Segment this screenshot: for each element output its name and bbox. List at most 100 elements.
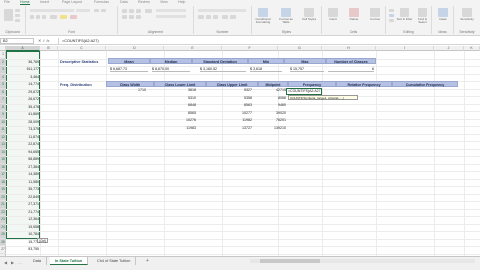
cell-midpoint[interactable]: 8066: [258, 95, 286, 103]
font-family-select[interactable]: [30, 9, 74, 12]
value-min[interactable]: $ 3,618: [250, 66, 282, 72]
find-select-label[interactable]: Find & Select: [414, 17, 431, 25]
cell-class-upper-limit[interactable]: 5327: [206, 87, 252, 95]
percent-icon[interactable]: [206, 15, 211, 19]
column-header-c[interactable]: C: [58, 46, 106, 51]
conditional-formatting-icon[interactable]: [258, 8, 268, 17]
cell-class-lower-limit[interactable]: 10276: [154, 117, 196, 125]
align-left-icon[interactable]: [122, 15, 127, 19]
shrink-font-icon[interactable]: [101, 9, 106, 12]
ribbon-tab-home[interactable]: Home: [20, 0, 30, 5]
decrease-decimal-icon[interactable]: [230, 15, 236, 19]
header-standard-deviation[interactable]: Standard Deviation: [192, 58, 248, 64]
header-median[interactable]: Median: [150, 58, 192, 64]
sheet-tab-in-state-tuition[interactable]: In State Tuition: [50, 257, 89, 265]
column-header-f[interactable]: F: [222, 46, 278, 51]
delete-cells-icon[interactable]: [349, 8, 359, 17]
cell-a[interactable]: 14,389: [6, 171, 40, 179]
cell-a[interactable]: 29,672: [6, 89, 40, 97]
cancel-icon[interactable]: ✕: [38, 39, 41, 43]
header-frequency[interactable]: Frequency: [288, 81, 336, 87]
sensitivity-label[interactable]: Sensitivity: [455, 17, 479, 21]
fill-icon[interactable]: [389, 14, 394, 17]
value-median[interactable]: $ 8,670.00: [152, 66, 190, 72]
ribbon-tab-help[interactable]: Help: [178, 0, 185, 5]
align-top-icon[interactable]: [122, 9, 127, 13]
fill-color-icon[interactable]: [60, 15, 67, 19]
ideas-label[interactable]: Ideas: [433, 17, 453, 21]
cell-a[interactable]: 27,371: [6, 201, 40, 209]
header-cumulative-frequency[interactable]: Cumulative Frequency: [392, 81, 458, 87]
bold-icon[interactable]: [30, 15, 34, 19]
worksheet-grid[interactable]: A B C D E F G H I J K 1 2 3 4 5 6 7 8 9 10 11 12 13 1…: [0, 46, 480, 256]
paste-options-tag[interactable]: (Ctrl): [37, 238, 49, 243]
copy-icon[interactable]: [15, 14, 20, 17]
align-center-icon[interactable]: [129, 15, 134, 19]
insert-cells-icon[interactable]: [328, 8, 338, 17]
cell-a[interactable]: 22,874: [6, 141, 40, 149]
orientation-icon[interactable]: [145, 9, 152, 13]
cell-a[interactable]: 10,784: [6, 231, 40, 239]
delete-cells-label[interactable]: Delete: [345, 17, 363, 21]
column-header-k[interactable]: K: [464, 46, 480, 51]
sort-filter-label[interactable]: Sort & Filter: [396, 17, 413, 21]
format-as-table-icon[interactable]: [281, 8, 291, 17]
column-header-j[interactable]: J: [434, 46, 464, 51]
enter-icon[interactable]: ✓: [42, 39, 45, 43]
header-mean[interactable]: Mean: [108, 58, 150, 64]
ribbon-tab-view[interactable]: View: [160, 0, 168, 5]
currency-icon[interactable]: [198, 15, 204, 19]
font-color-icon[interactable]: [70, 15, 77, 19]
increase-decimal-icon[interactable]: [222, 15, 228, 19]
cell-class-lower-limit[interactable]: 6848: [154, 102, 196, 110]
cell-a[interactable]: 53,755: [6, 246, 40, 254]
fx-icon[interactable]: fx: [47, 39, 50, 43]
sensitivity-icon[interactable]: [462, 8, 472, 17]
cell-a[interactable]: 3,464: [6, 74, 40, 82]
value-max[interactable]: $ 15,757: [290, 66, 324, 72]
cell-midpoint[interactable]: 76201: [258, 117, 286, 125]
sheet-prev-icon[interactable]: ◀: [4, 260, 7, 265]
cell-class-lower-limit[interactable]: 3618: [154, 87, 196, 95]
cell-styles-icon[interactable]: [304, 8, 314, 17]
conditional-formatting-label[interactable]: Conditional Formatting: [253, 17, 273, 25]
sheet-tab-data[interactable]: Data: [28, 257, 48, 265]
merge-center-button[interactable]: [156, 15, 186, 18]
cell-class-lower-limit[interactable]: 11983: [154, 125, 196, 133]
sheet-next-icon[interactable]: ▶: [11, 260, 14, 265]
format-cells-icon[interactable]: [370, 8, 380, 17]
sort-filter-icon[interactable]: [400, 8, 409, 17]
grow-font-icon[interactable]: [94, 9, 99, 12]
cell-a[interactable]: 12,364: [6, 216, 40, 224]
borders-icon[interactable]: [50, 15, 57, 19]
cell-class-upper-limit[interactable]: 13727: [206, 125, 252, 133]
ribbon-tab-insert[interactable]: Insert: [40, 0, 49, 5]
cell-class-upper-limit[interactable]: 5358: [206, 95, 252, 103]
value-class-width[interactable]: 1710: [106, 87, 146, 95]
comma-icon[interactable]: [213, 15, 218, 19]
paste-icon[interactable]: [4, 9, 13, 21]
align-right-icon[interactable]: [136, 15, 141, 19]
cell-midpoint[interactable]: 39020: [258, 110, 286, 118]
ribbon-tab-page-layout[interactable]: Page Layout: [62, 0, 82, 5]
value-mean[interactable]: $ 6,687.73: [110, 66, 148, 72]
horizontal-scrollbar-thumb[interactable]: [260, 259, 320, 263]
cell-a[interactable]: 11,874: [6, 134, 40, 142]
cell-class-upper-limit[interactable]: 8563: [206, 102, 252, 110]
column-header-b[interactable]: B: [40, 46, 58, 51]
formula-input[interactable]: =COUNTIFS(A2:A27): [58, 38, 478, 44]
cell-class-lower-limit[interactable]: 5310: [154, 95, 196, 103]
cell-a[interactable]: 58,889: [6, 156, 40, 164]
number-format-select[interactable]: [198, 9, 246, 12]
sheet-tab-out-of-state-tuition[interactable]: Ch4 of State Tuition: [92, 257, 137, 265]
cell-a[interactable]: 28,009: [6, 119, 40, 127]
cell-a[interactable]: 26,672: [6, 96, 40, 104]
font-size-select[interactable]: [76, 9, 90, 12]
underline-icon[interactable]: [42, 15, 46, 19]
header-min[interactable]: Min: [248, 58, 284, 64]
format-cells-label[interactable]: Format: [366, 17, 384, 21]
value-number-of-classes[interactable]: 6: [328, 66, 374, 72]
add-sheet-icon[interactable]: +: [146, 258, 149, 264]
clear-icon[interactable]: [389, 19, 394, 22]
cell-a[interactable]: 22,849: [6, 194, 40, 202]
